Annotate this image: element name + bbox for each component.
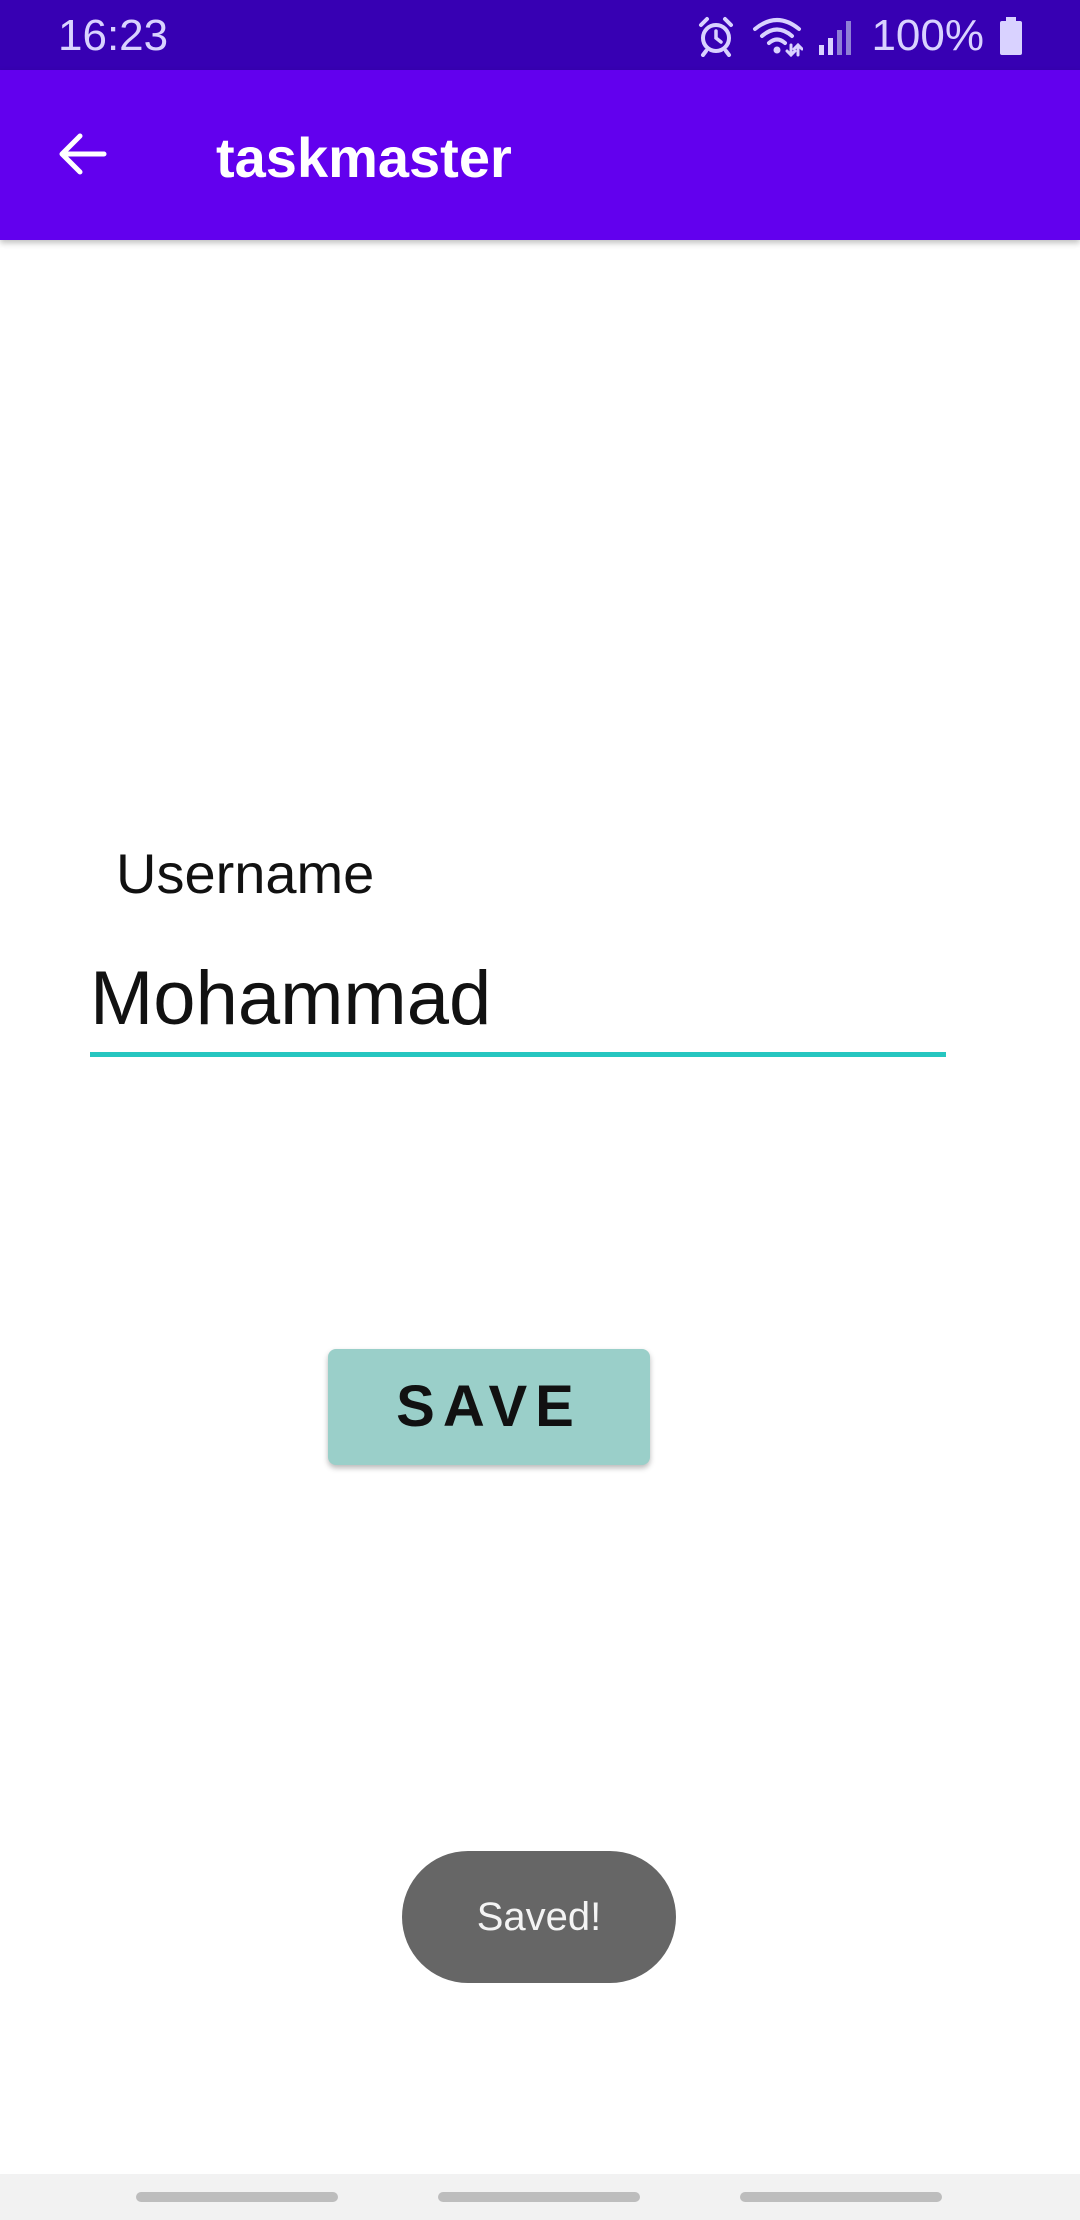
username-field-container: [90, 948, 946, 1060]
nav-recents-handle[interactable]: [136, 2192, 338, 2202]
username-label: Username: [116, 842, 375, 905]
wifi-icon: [751, 15, 804, 57]
status-bar: 16:23 100%: [0, 0, 1080, 70]
save-button-label: SAVE: [396, 1374, 582, 1439]
alarm-icon: [695, 15, 737, 57]
username-input[interactable]: [90, 948, 946, 1048]
nav-back-handle[interactable]: [740, 2192, 942, 2202]
status-icons: 100%: [695, 10, 1024, 62]
toast-message: Saved!: [402, 1851, 676, 1983]
app-bar: taskmaster: [0, 70, 1080, 240]
field-underline: [90, 1052, 946, 1057]
save-button[interactable]: SAVE: [328, 1349, 650, 1465]
battery-percent: 100%: [871, 11, 984, 60]
nav-home-handle[interactable]: [438, 2192, 640, 2202]
battery-icon: [998, 15, 1024, 57]
signal-icon: [817, 15, 853, 57]
status-time: 16:23: [58, 11, 169, 60]
arrow-back-icon: [54, 126, 110, 187]
toast-text: Saved!: [476, 1895, 602, 1939]
page-title: taskmaster: [216, 126, 512, 189]
navigation-bar: [0, 2174, 1080, 2220]
back-button[interactable]: [40, 114, 124, 198]
